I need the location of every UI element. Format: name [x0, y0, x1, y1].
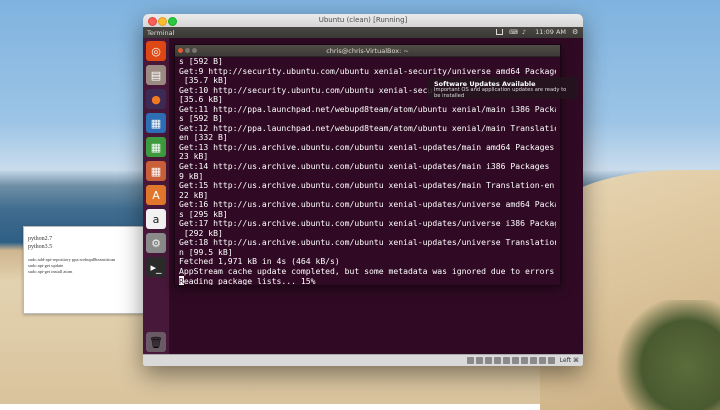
audio-icon[interactable] — [484, 356, 492, 364]
cpu-icon[interactable] — [538, 356, 546, 364]
network-adapter-icon[interactable] — [493, 356, 501, 364]
launcher-item-firefox[interactable]: ● — [146, 89, 166, 109]
terminal-line: Get:18 http://us.archive.ubuntu.com/ubun… — [179, 237, 556, 248]
launcher-item-amazon[interactable]: a — [146, 209, 166, 229]
software-center-icon: A — [152, 188, 160, 202]
note-line-python35: python3.5 — [28, 244, 53, 250]
terminal-line: Reading package lists... 15% — [179, 275, 316, 285]
note-command-add-repo: sudo add-apt-repository ppa:webupd8team/… — [28, 257, 116, 262]
terminal-line: Get:14 http://us.archive.ubuntu.com/ubun… — [179, 161, 556, 172]
optical-drive-icon[interactable] — [475, 356, 483, 364]
terminal-line: Get:15 http://us.archive.ubuntu.com/ubun… — [179, 180, 556, 191]
launcher-item-impress[interactable]: ▦ — [146, 161, 166, 181]
terminal-line: Get:12 http://ppa.launchpad.net/webupd8t… — [179, 122, 556, 133]
vm-title-bar[interactable]: Ubuntu (clean) [Running] — [143, 14, 583, 28]
active-app-name: Terminal — [147, 28, 175, 37]
launcher-item-settings[interactable]: ⚙ — [146, 233, 166, 253]
host-key-label: Left ⌘ — [559, 356, 579, 364]
launcher-item-terminal[interactable]: ▸_ — [146, 257, 166, 277]
terminal-line: Get:13 http://us.archive.ubuntu.com/ubun… — [179, 141, 556, 152]
files-icon: ▤ — [150, 68, 162, 82]
note-command-update: sudo apt-get update — [28, 263, 64, 268]
text-cursor: R — [179, 275, 184, 285]
launcher-item-calc[interactable]: ▦ — [146, 137, 166, 157]
virtualbox-status-bar: Left ⌘ — [143, 354, 583, 366]
firefox-icon: ● — [151, 92, 161, 106]
launcher-item-trash[interactable]: 🗑 — [146, 332, 166, 352]
shared-folder-icon[interactable] — [511, 356, 519, 364]
ubuntu-top-panel: Terminal ⌨ ♪ 11:09 AM ⚙ — [143, 27, 583, 38]
amazon-icon: a — [152, 212, 160, 226]
terminal-icon: ▸_ — [150, 260, 162, 274]
ubuntu-dash-icon: ◎ — [151, 44, 161, 58]
unity-launcher: ◎ ▤ ● ▦ ▦ ▦ Aa ⚙ ▸_ 🗑 — [143, 38, 170, 355]
gear-icon[interactable]: ⚙ — [572, 28, 579, 36]
mouse-integration-icon[interactable] — [547, 356, 555, 364]
tree-foliage — [610, 300, 720, 410]
terminal-line: Get:16 http://us.archive.ubuntu.com/ubun… — [179, 199, 556, 210]
terminal-line: Get:9 http://security.ubuntu.com/ubuntu … — [179, 65, 556, 76]
virtualbox-window[interactable]: Ubuntu (clean) [Running] Terminal ⌨ ♪ 11… — [143, 14, 583, 366]
keyboard-icon[interactable]: ⌨ — [509, 29, 518, 36]
hdd-icon[interactable] — [466, 356, 474, 364]
network-icon[interactable] — [496, 29, 504, 35]
notification-bubble: Software Updates Available Important OS … — [428, 77, 578, 99]
writer-icon: ▦ — [150, 116, 162, 130]
impress-icon: ▦ — [150, 164, 162, 178]
trash-icon: 🗑 — [149, 335, 163, 349]
volume-icon[interactable]: ♪ — [522, 29, 529, 36]
recording-icon[interactable] — [529, 356, 537, 364]
launcher-item-ubuntu-dash[interactable]: ◎ — [146, 41, 166, 61]
calc-icon: ▦ — [150, 140, 162, 154]
launcher-item-software-center[interactable]: A — [146, 185, 166, 205]
terminal-title: chris@chris-VirtualBox: ~ — [326, 46, 409, 55]
note-command-install: sudo apt-get install atom — [28, 269, 73, 274]
launcher-item-files[interactable]: ▤ — [146, 65, 166, 85]
terminal-line: Get:11 http://ppa.launchpad.net/webupd8t… — [179, 103, 556, 114]
notification-body: Important OS and application updates are… — [434, 87, 567, 99]
launcher-item-writer[interactable]: ▦ — [146, 113, 166, 133]
terminal-title-bar[interactable]: chris@chris-VirtualBox: ~ — [175, 45, 560, 57]
terminal-line: Get:17 http://us.archive.ubuntu.com/ubun… — [179, 218, 556, 229]
display-icon[interactable] — [520, 356, 528, 364]
settings-icon: ⚙ — [151, 236, 161, 250]
usb-icon[interactable] — [502, 356, 510, 364]
note-line-python27: python2.7 — [28, 236, 53, 242]
text-note-window[interactable]: python2.7 python3.5 sudo add-apt-reposit… — [23, 226, 149, 314]
clock[interactable]: 11:09 AM — [535, 28, 566, 36]
vm-title: Ubuntu (clean) [Running] — [318, 16, 408, 24]
